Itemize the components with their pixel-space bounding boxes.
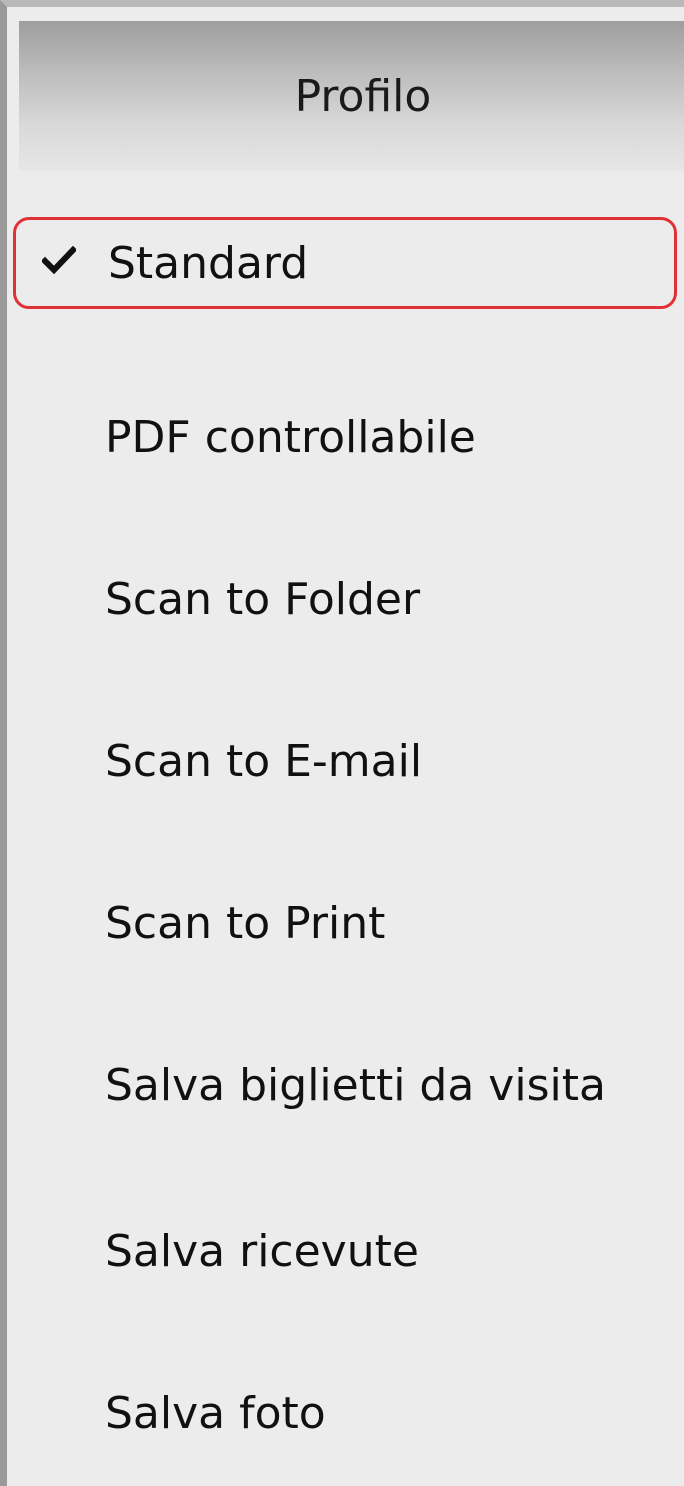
menu-item-label: Salva ricevute	[105, 1225, 419, 1277]
menu-item-label: Scan to Print	[105, 897, 386, 949]
menu-item-label: Salva foto	[105, 1387, 326, 1439]
menu-item-salva-ricevute[interactable]: Salva ricevute	[13, 1205, 677, 1297]
menu-item-salva-foto[interactable]: Salva foto	[13, 1367, 677, 1459]
menu-item-scan-to-email[interactable]: Scan to E-mail	[13, 715, 677, 807]
menu-item-scan-to-folder[interactable]: Scan to Folder	[13, 553, 677, 645]
checkmark-icon	[42, 246, 76, 275]
menu-item-label: Salva biglietti da visita	[105, 1059, 606, 1111]
profile-menu-panel: Profilo Standard PDF controllabile Scan …	[0, 0, 684, 1486]
menu-item-scan-to-print[interactable]: Scan to Print	[13, 877, 677, 969]
menu-item-salva-biglietti[interactable]: Salva biglietti da visita	[13, 1039, 677, 1131]
menu-header: Profilo	[19, 21, 684, 171]
menu-item-label: Standard	[108, 237, 309, 289]
menu-item-standard[interactable]: Standard	[13, 217, 677, 309]
menu-item-label: PDF controllabile	[105, 411, 476, 463]
menu-header-title: Profilo	[294, 70, 432, 122]
menu-item-label: Scan to E-mail	[105, 735, 423, 787]
menu-item-label: Scan to Folder	[105, 573, 421, 625]
menu-item-pdf-controllabile[interactable]: PDF controllabile	[13, 391, 677, 483]
